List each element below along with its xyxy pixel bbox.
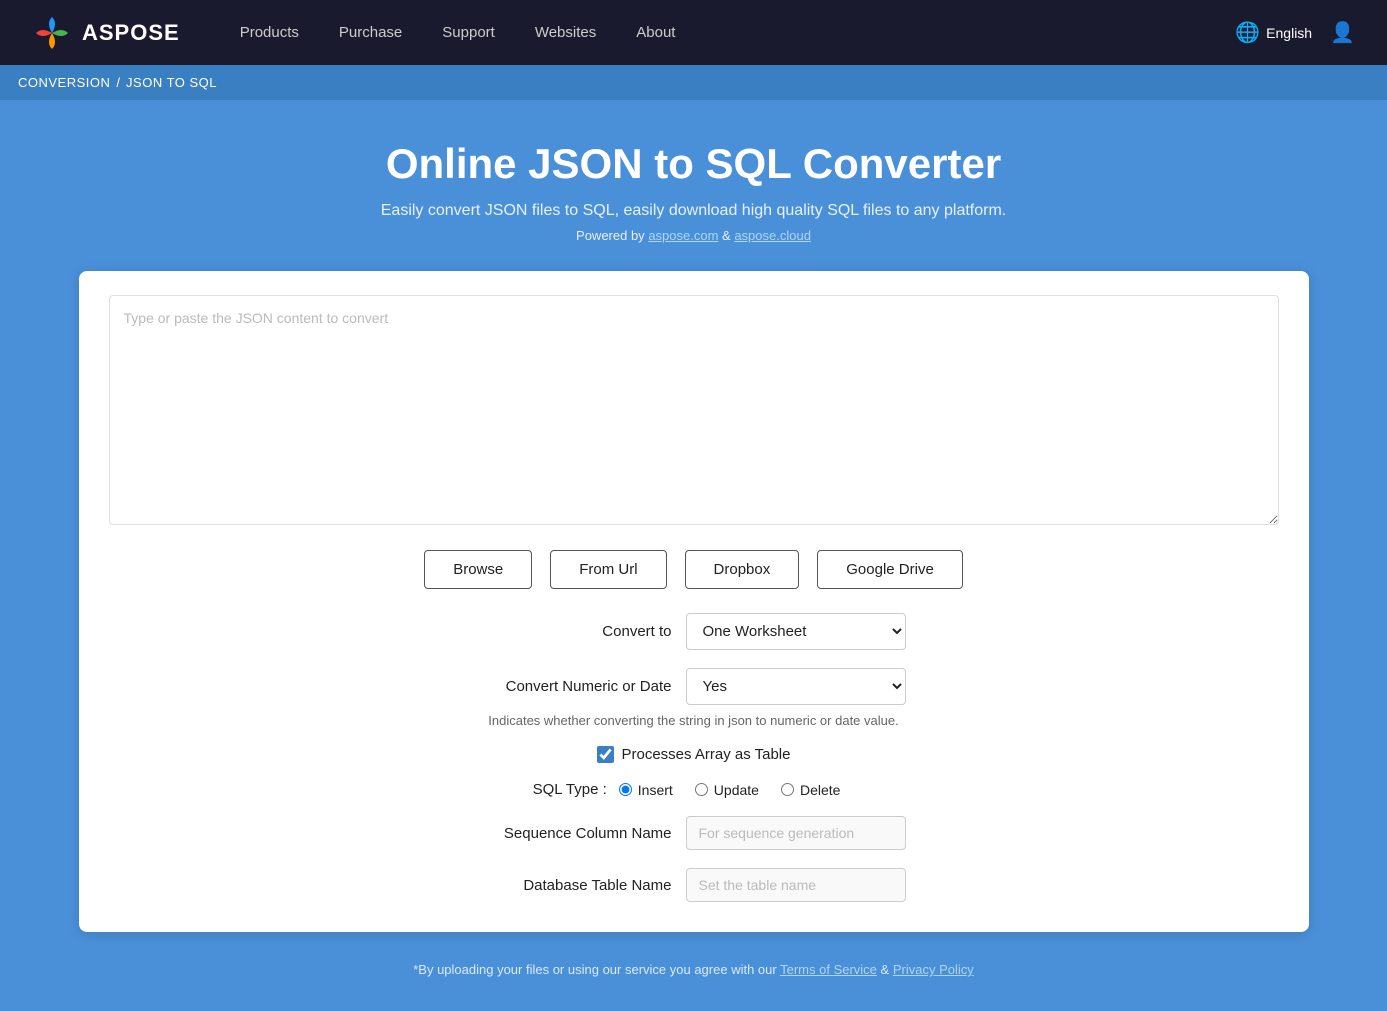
database-table-row: Database Table Name xyxy=(482,868,906,902)
user-icon[interactable]: 👤 xyxy=(1330,20,1355,45)
powered-by: Powered by aspose.com & aspose.cloud xyxy=(576,228,811,243)
footer-prefix: *By uploading your files or using our se… xyxy=(413,962,776,977)
brand-name: ASPOSE xyxy=(82,20,180,46)
sql-type-row: SQL Type : Insert Update Delete xyxy=(533,781,855,798)
browse-button[interactable]: Browse xyxy=(424,550,532,589)
processes-array-label: Processes Array as Table xyxy=(622,746,791,763)
brand-link[interactable]: ASPOSE xyxy=(32,13,180,53)
sql-update-radio[interactable] xyxy=(695,783,708,796)
processes-array-row: Processes Array as Table xyxy=(597,746,791,763)
convert-numeric-label: Convert Numeric or Date xyxy=(482,678,672,695)
sql-delete-label: Delete xyxy=(800,782,840,798)
dropbox-button[interactable]: Dropbox xyxy=(685,550,800,589)
database-table-input[interactable] xyxy=(686,868,906,902)
convert-numeric-select[interactable]: Yes No xyxy=(686,668,906,705)
breadcrumb: CONVERSION / JSON TO SQL xyxy=(0,65,1387,100)
footer-note: *By uploading your files or using our se… xyxy=(20,948,1367,991)
json-input[interactable] xyxy=(109,295,1279,525)
page-subtitle: Easily convert JSON files to SQL, easily… xyxy=(381,202,1006,220)
breadcrumb-separator: / xyxy=(116,75,120,90)
navbar-right: 🌐 English 👤 xyxy=(1235,20,1355,45)
nav-products[interactable]: Products xyxy=(240,24,299,41)
main-content: Online JSON to SQL Converter Easily conv… xyxy=(0,100,1387,1011)
sequence-column-label: Sequence Column Name xyxy=(482,825,672,842)
sql-delete-option[interactable]: Delete xyxy=(781,782,854,798)
globe-icon: 🌐 xyxy=(1235,20,1260,45)
tos-link[interactable]: Terms of Service xyxy=(780,962,877,977)
nav-links: Products Purchase Support Websites About xyxy=(240,24,1236,41)
footer-amp: & xyxy=(881,962,893,977)
numeric-hint: Indicates whether converting the string … xyxy=(488,713,898,728)
convert-to-row: Convert to One Worksheet Multiple Worksh… xyxy=(482,613,906,650)
converter-card: Browse From Url Dropbox Google Drive Con… xyxy=(79,271,1309,932)
page-title: Online JSON to SQL Converter xyxy=(386,140,1001,188)
aspose-cloud-link[interactable]: aspose.cloud xyxy=(734,228,811,243)
nav-purchase[interactable]: Purchase xyxy=(339,24,402,41)
aspose-com-link[interactable]: aspose.com xyxy=(648,228,718,243)
sql-update-option[interactable]: Update xyxy=(695,782,773,798)
sql-insert-label: Insert xyxy=(638,782,673,798)
sql-update-label: Update xyxy=(714,782,759,798)
form-section: Convert to One Worksheet Multiple Worksh… xyxy=(109,613,1279,902)
sql-delete-radio[interactable] xyxy=(781,783,794,796)
powered-by-amp: & xyxy=(722,228,734,243)
sql-insert-radio[interactable] xyxy=(619,783,632,796)
nav-about[interactable]: About xyxy=(636,24,675,41)
sql-insert-option[interactable]: Insert xyxy=(619,782,687,798)
breadcrumb-conversion[interactable]: CONVERSION xyxy=(18,75,110,90)
sql-type-label: SQL Type : xyxy=(533,781,607,798)
language-selector[interactable]: 🌐 English xyxy=(1235,20,1312,45)
convert-to-select[interactable]: One Worksheet Multiple Worksheets xyxy=(686,613,906,650)
convert-to-label: Convert to xyxy=(482,623,672,640)
processes-array-checkbox[interactable] xyxy=(597,746,614,763)
sequence-column-input[interactable] xyxy=(686,816,906,850)
database-table-label: Database Table Name xyxy=(482,877,672,894)
from-url-button[interactable]: From Url xyxy=(550,550,666,589)
nav-websites[interactable]: Websites xyxy=(535,24,596,41)
navbar: ASPOSE Products Purchase Support Website… xyxy=(0,0,1387,65)
convert-numeric-row: Convert Numeric or Date Yes No xyxy=(482,668,906,705)
upload-buttons: Browse From Url Dropbox Google Drive xyxy=(109,550,1279,589)
powered-by-prefix: Powered by xyxy=(576,228,645,243)
privacy-link[interactable]: Privacy Policy xyxy=(893,962,974,977)
sequence-column-row: Sequence Column Name xyxy=(482,816,906,850)
nav-support[interactable]: Support xyxy=(442,24,495,41)
google-drive-button[interactable]: Google Drive xyxy=(817,550,963,589)
aspose-logo-icon xyxy=(32,13,72,53)
language-label: English xyxy=(1266,25,1312,41)
breadcrumb-json-to-sql[interactable]: JSON TO SQL xyxy=(126,75,217,90)
